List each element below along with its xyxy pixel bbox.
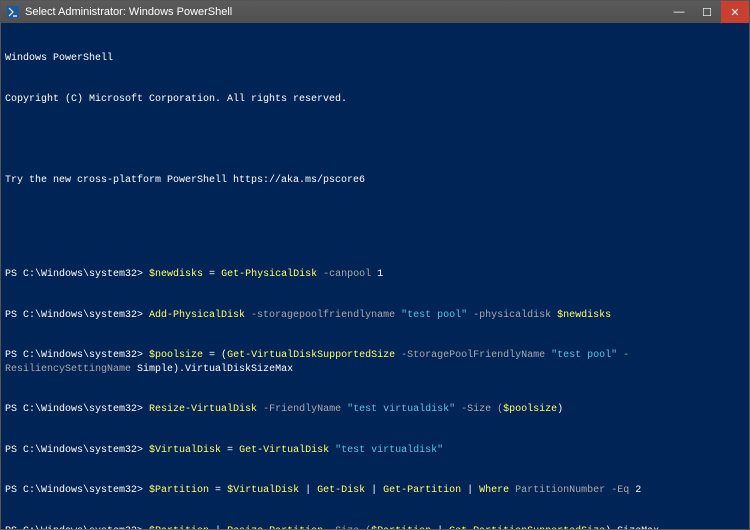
maximize-button[interactable]: ☐ <box>693 1 721 23</box>
cmd-line: PS C:\Windows\system32> $Partition | Res… <box>5 525 745 530</box>
cmd-line: PS C:\Windows\system32> $newdisks = Get-… <box>5 268 745 282</box>
cmd-line: PS C:\Windows\system32> $Partition = $Vi… <box>5 484 745 498</box>
powershell-icon <box>7 6 19 18</box>
terminal-content[interactable]: Windows PowerShell Copyright (C) Microso… <box>1 23 749 529</box>
cmd-line: PS C:\Windows\system32> $poolsize = (Get… <box>5 349 745 376</box>
window-title: Select Administrator: Windows PowerShell <box>25 6 665 18</box>
header-line: Try the new cross-platform PowerShell ht… <box>5 174 745 188</box>
titlebar[interactable]: Select Administrator: Windows PowerShell… <box>1 1 749 23</box>
close-button[interactable]: ✕ <box>721 1 749 23</box>
header-line: Copyright (C) Microsoft Corporation. All… <box>5 93 745 107</box>
header-line: Windows PowerShell <box>5 52 745 66</box>
powershell-window: Select Administrator: Windows PowerShell… <box>0 0 750 530</box>
blank <box>5 133 745 147</box>
cmd-line: PS C:\Windows\system32> $VirtualDisk = G… <box>5 444 745 458</box>
minimize-button[interactable]: — <box>665 1 693 23</box>
blank <box>5 214 745 228</box>
cmd-line: PS C:\Windows\system32> Add-PhysicalDisk… <box>5 309 745 323</box>
cmd-line: PS C:\Windows\system32> Resize-VirtualDi… <box>5 403 745 417</box>
